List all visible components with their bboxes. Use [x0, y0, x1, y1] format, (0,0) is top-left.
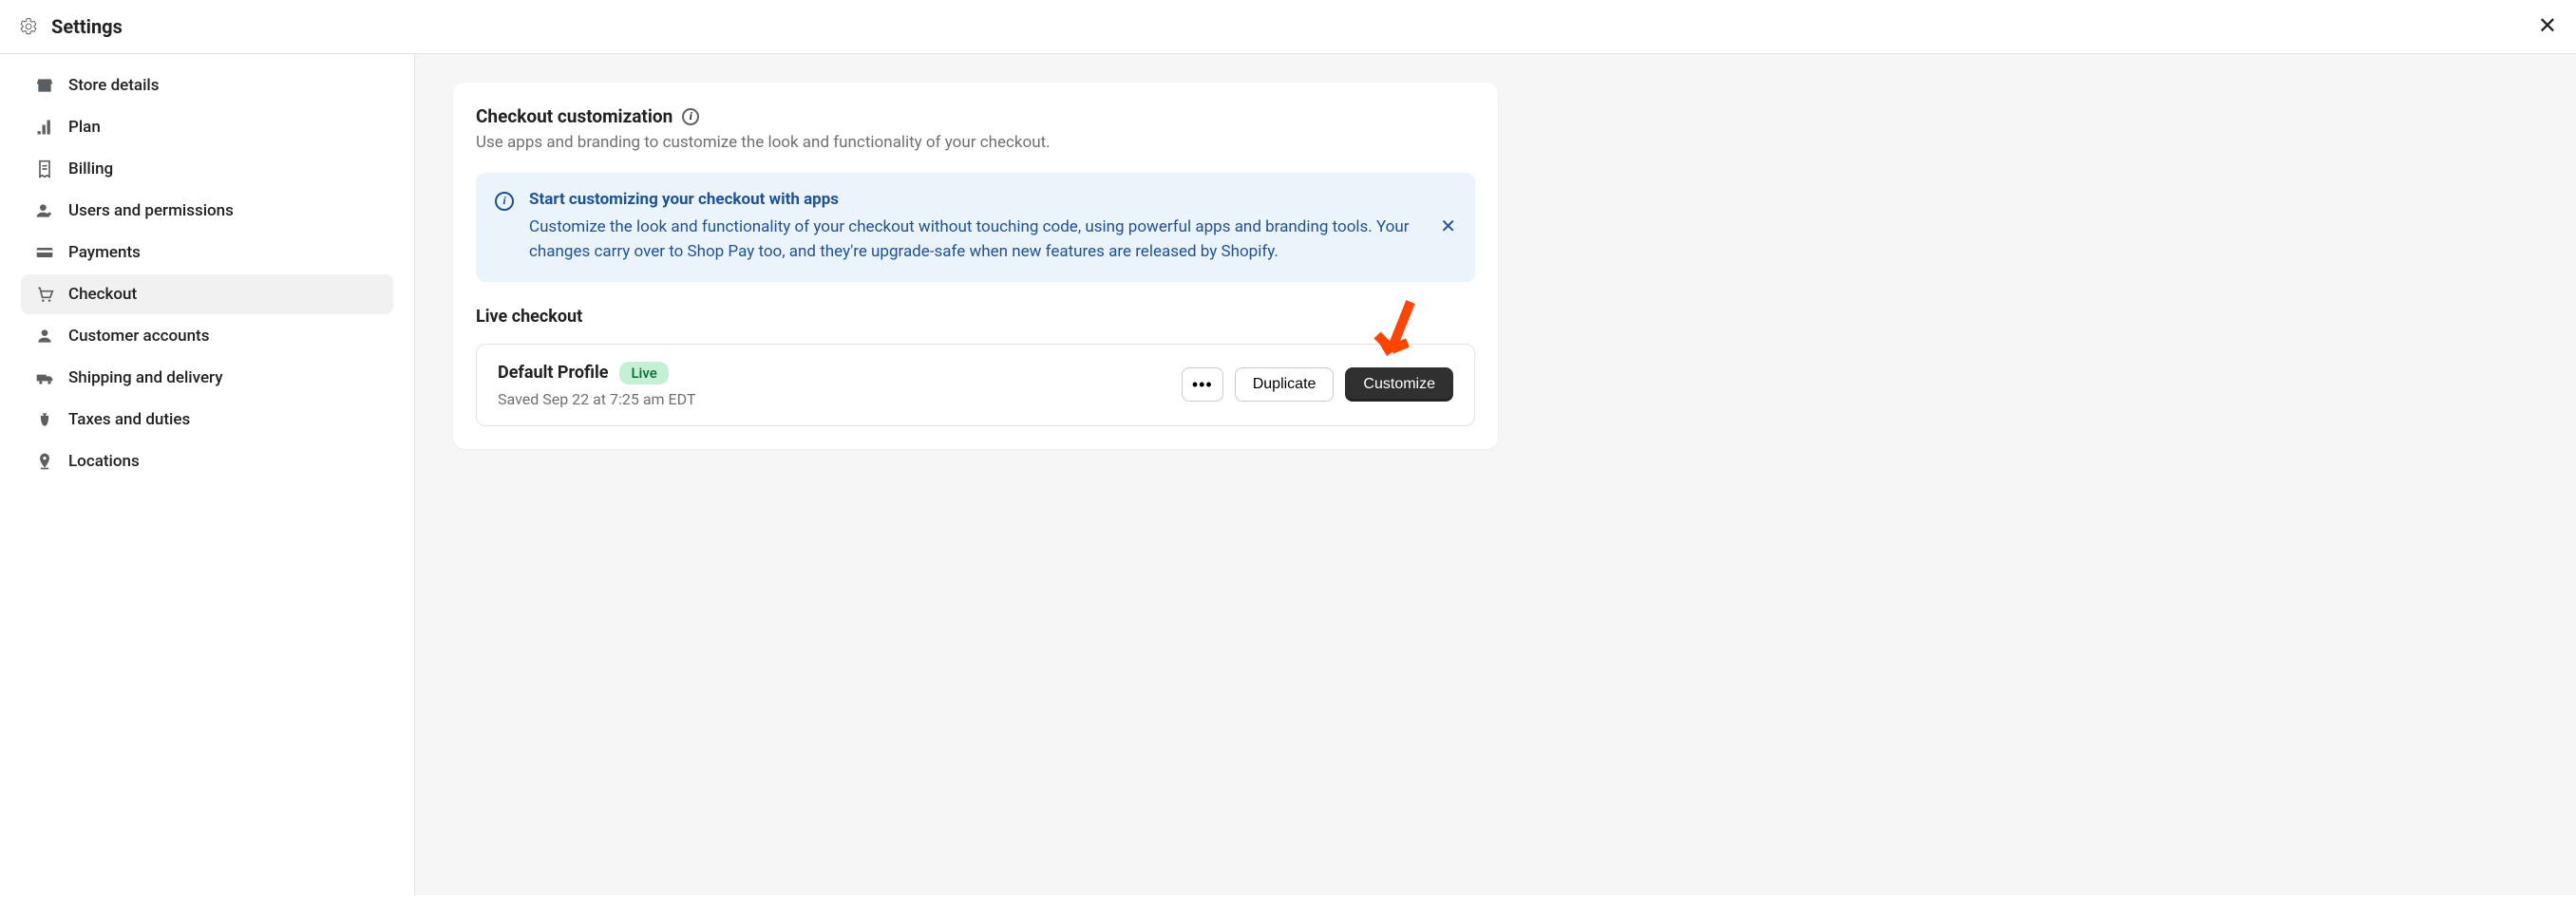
main-container: Store details Plan Billing Users and per…	[0, 54, 2576, 895]
info-icon[interactable]: i	[682, 108, 699, 125]
sidebar-item-shipping[interactable]: Shipping and delivery	[21, 358, 393, 398]
sidebar-item-label: Shipping and delivery	[68, 368, 223, 387]
sidebar-item-customer-accounts[interactable]: Customer accounts	[21, 316, 393, 356]
profile-card: Default Profile Live Saved Sep 22 at 7:2…	[476, 344, 1475, 426]
person-icon	[34, 326, 55, 347]
checkout-customization-card: Checkout customization i Use apps and br…	[453, 83, 1498, 449]
banner-content: Start customizing your checkout with app…	[529, 190, 1425, 265]
sidebar-item-taxes[interactable]: Taxes and duties	[21, 400, 393, 440]
profile-title: Default Profile	[498, 363, 608, 383]
banner-text: Customize the look and functionality of …	[529, 215, 1425, 265]
cart-icon	[34, 284, 55, 305]
sidebar-item-label: Checkout	[68, 285, 137, 304]
profile-info: Default Profile Live Saved Sep 22 at 7:2…	[498, 362, 695, 408]
sidebar-item-checkout[interactable]: Checkout	[21, 274, 393, 314]
billing-icon	[34, 159, 55, 179]
duplicate-button[interactable]: Duplicate	[1235, 367, 1335, 402]
gear-icon	[19, 17, 38, 36]
info-icon: i	[495, 192, 514, 211]
sidebar-item-store-details[interactable]: Store details	[21, 66, 393, 105]
store-icon	[34, 75, 55, 96]
settings-header: Settings ✕	[0, 0, 2576, 54]
truck-icon	[34, 367, 55, 388]
more-actions-button[interactable]: •••	[1182, 367, 1223, 402]
profile-actions: ••• Duplicate Customize	[1182, 367, 1453, 402]
users-icon	[34, 200, 55, 221]
location-pin-icon	[34, 451, 55, 472]
sidebar-item-label: Plan	[68, 118, 101, 137]
plan-icon	[34, 117, 55, 138]
card-subtitle: Use apps and branding to customize the l…	[476, 133, 1475, 152]
sidebar-item-label: Locations	[68, 452, 140, 471]
sidebar-item-label: Billing	[68, 159, 113, 178]
card-title: Checkout customization	[476, 105, 672, 127]
sidebar-item-label: Customer accounts	[68, 327, 209, 346]
sidebar-item-billing[interactable]: Billing	[21, 149, 393, 189]
sidebar-item-users[interactable]: Users and permissions	[21, 191, 393, 231]
money-bag-icon	[34, 409, 55, 430]
sidebar-item-payments[interactable]: Payments	[21, 233, 393, 272]
banner-close-button[interactable]: ✕	[1440, 190, 1456, 265]
sidebar-item-label: Users and permissions	[68, 201, 234, 220]
banner-title: Start customizing your checkout with app…	[529, 190, 1425, 209]
customize-button[interactable]: Customize	[1345, 367, 1453, 402]
profile-title-row: Default Profile Live	[498, 362, 695, 384]
live-badge: Live	[619, 362, 668, 384]
sidebar-item-label: Payments	[68, 243, 141, 262]
sidebar-item-plan[interactable]: Plan	[21, 107, 393, 147]
banner-icon-wrap: i	[495, 190, 514, 265]
info-banner: i Start customizing your checkout with a…	[476, 173, 1475, 282]
card-header: Checkout customization i	[476, 105, 1475, 127]
live-checkout-heading: Live checkout	[476, 307, 1475, 327]
close-icon: ✕	[1440, 216, 1456, 237]
page-title: Settings	[51, 15, 123, 38]
profile-saved-timestamp: Saved Sep 22 at 7:25 am EDT	[498, 390, 695, 408]
payments-icon	[34, 242, 55, 263]
sidebar-item-label: Store details	[68, 76, 160, 95]
close-icon: ✕	[2538, 13, 2557, 39]
sidebar-item-label: Taxes and duties	[68, 410, 190, 429]
content-area: Checkout customization i Use apps and br…	[415, 54, 2576, 895]
sidebar-item-locations[interactable]: Locations	[21, 441, 393, 481]
settings-sidebar: Store details Plan Billing Users and per…	[0, 54, 415, 895]
close-button[interactable]: ✕	[2538, 15, 2557, 38]
